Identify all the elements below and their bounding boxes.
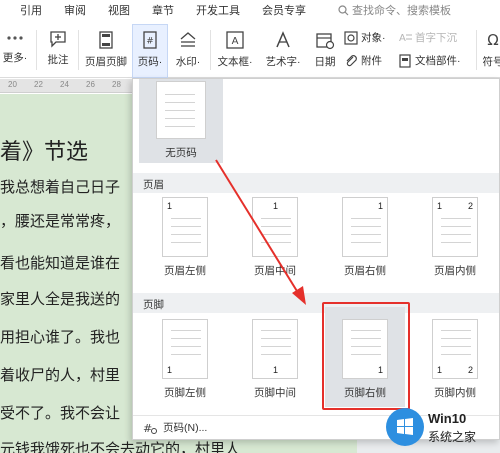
- windows-logo-icon: [386, 408, 424, 446]
- site-watermark: Win10 系统之家: [386, 408, 500, 453]
- annotation-arrow: [215, 159, 306, 305]
- watermark-title: Win10: [428, 411, 467, 426]
- watermark-subtitle: 系统之家: [428, 430, 477, 444]
